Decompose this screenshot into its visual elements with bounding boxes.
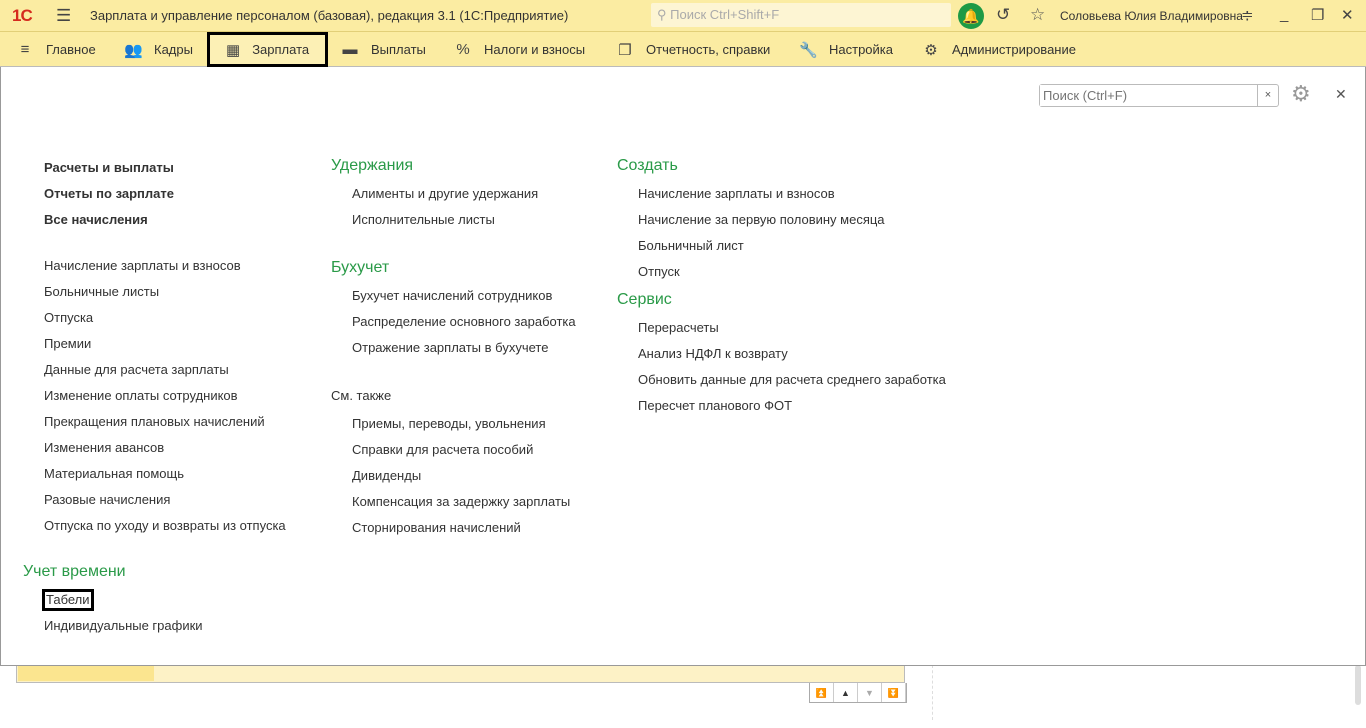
list-item[interactable]: Изменения авансов [44,435,286,461]
group-heading: Создать [617,157,678,174]
list-item[interactable]: Бухучет начислений сотрудников [331,283,576,309]
first-page-icon[interactable]: ⏫ [810,683,834,702]
global-search-input[interactable]: ⚲ Поиск Ctrl+Shift+F [651,3,951,27]
list-item[interactable]: Отражение зарплаты в бухучете [331,335,576,361]
divider [932,665,933,720]
list-item[interactable]: Обновить данные для расчета среднего зар… [617,367,946,393]
column-3: Создать Начисление зарплаты и взносов На… [617,151,946,419]
list-item[interactable]: Начисление зарплаты и взносов [44,253,286,279]
list-item[interactable]: Компенсация за задержку зарплаты [331,489,576,515]
app-title: Зарплата и управление персоналом (базова… [90,8,569,23]
group-heading: Сервис [617,291,672,308]
documents-icon: ❐ [618,41,632,59]
list-item[interactable]: Анализ НДФЛ к возврату [617,341,946,367]
link-salary-reports[interactable]: Отчеты по зарплате [44,181,286,207]
nav-salary[interactable]: ▦ Зарплата [207,32,328,67]
user-name[interactable]: Соловьева Юлия Владимировна [1060,9,1243,23]
link-all-accruals[interactable]: Все начисления [44,207,286,233]
column-1: Расчеты и выплаты Отчеты по зарплате Все… [44,155,286,539]
group-heading: Бухучет [331,259,390,276]
link-schedules[interactable]: Индивидуальные графики [23,613,203,639]
panel-settings-icon[interactable]: ⚙ [1291,81,1311,107]
list-item[interactable]: Прекращения плановых начислений [44,409,286,435]
1c-logo: 1С [12,6,33,25]
main-menu-icon[interactable]: ☰ [56,6,71,26]
list-item[interactable]: Больничные листы [44,279,286,305]
list-item[interactable]: Сторнирования начислений [331,515,576,541]
list-item[interactable]: Перерасчеты [617,315,946,341]
list-item[interactable]: Материальная помощь [44,461,286,487]
nav-payments[interactable]: ▬ Выплаты [341,32,426,67]
sections-bar: ≡ Главное 👥 Кадры ▦ Зарплата ▬ Выплаты % Нало… [0,32,1366,67]
gear-icon: ⚙ [924,41,938,59]
group-heading: Учет времени [23,563,126,580]
list-item[interactable]: Данные для расчета зарплаты [44,357,286,383]
list-item[interactable]: Разовые начисления [44,487,286,513]
section-panel: × ⚙ ✕ Расчеты и выплаты Отчеты по зарпла… [0,67,1366,666]
list-item[interactable]: Распределение основного заработка [331,309,576,335]
nav-main[interactable]: ≡ Главное [16,32,96,67]
list-item[interactable]: Алименты и другие удержания [331,181,576,207]
next-page-icon[interactable]: ▼ [858,683,882,702]
nav-admin[interactable]: ⚙ Администрирование [922,32,1076,67]
title-bar: 1С ☰ Зарплата и управление персоналом (б… [0,0,1366,32]
list-item[interactable]: Отпуск [617,259,946,285]
time-group: Учет времени Табели Индивидуальные графи… [23,557,203,639]
list-item[interactable]: Премии [44,331,286,357]
panel-search-input[interactable] [1040,85,1257,106]
link-calculations[interactable]: Расчеты и выплаты [44,155,286,181]
close-window-button[interactable]: ✕ [1341,6,1354,24]
scrollbar[interactable] [1355,665,1361,705]
list-item[interactable]: Больничный лист [617,233,946,259]
column-2: Удержания Алименты и другие удержания Ис… [331,151,576,541]
list-item[interactable]: Отпуска [44,305,286,331]
wrench-icon: 🔧 [799,41,818,59]
history-icon[interactable]: ↺ [996,5,1010,25]
favorites-star-icon[interactable]: ☆ [1030,5,1045,25]
list-item[interactable]: Начисление зарплаты и взносов [617,181,946,207]
list-item[interactable]: Дивиденды [331,463,576,489]
wallet-icon: ▬ [342,41,358,58]
search-icon: ⚲ [657,7,671,22]
link-timesheets[interactable]: Табели [42,589,94,611]
nav-reports[interactable]: ❐ Отчетность, справки [616,32,770,67]
minimize-button[interactable]: _ [1280,6,1288,23]
notifications-bell-icon[interactable]: 🔔 [958,3,984,29]
list-item[interactable]: Пересчет планового ФОТ [617,393,946,419]
group-heading: Удержания [331,157,414,174]
table-pager: ⏫ ▲ ▼ ⏬ [809,683,907,703]
group-heading: См. также [331,388,392,403]
nav-settings[interactable]: 🔧 Настройка [799,32,893,67]
percent-icon: % [456,41,470,58]
list-item[interactable]: Исполнительные листы [331,207,576,233]
prev-page-icon[interactable]: ▲ [834,683,858,702]
list-item[interactable]: Приемы, переводы, увольнения [331,411,576,437]
list-item[interactable]: Отпуска по уходу и возвраты из отпуска [44,513,286,539]
nav-staff[interactable]: 👥 Кадры [124,32,193,67]
panel-close-icon[interactable]: ✕ [1335,86,1347,103]
list-item[interactable]: Изменение оплаты сотрудников [44,383,286,409]
clear-search-icon[interactable]: × [1257,85,1278,106]
nav-taxes[interactable]: % Налоги и взносы [454,32,585,67]
list-item[interactable]: Справки для расчета пособий [331,437,576,463]
last-page-icon[interactable]: ⏬ [882,683,906,702]
people-icon: 👥 [124,41,143,59]
calculator-icon: ▦ [226,41,241,59]
list-item[interactable]: Начисление за первую половину месяца [617,207,946,233]
panel-search: × [1039,84,1279,107]
restore-button[interactable]: ❐ [1311,6,1324,24]
settings-menu-icon[interactable]: ≑ [1241,6,1254,24]
menu-lines-icon: ≡ [20,41,30,58]
